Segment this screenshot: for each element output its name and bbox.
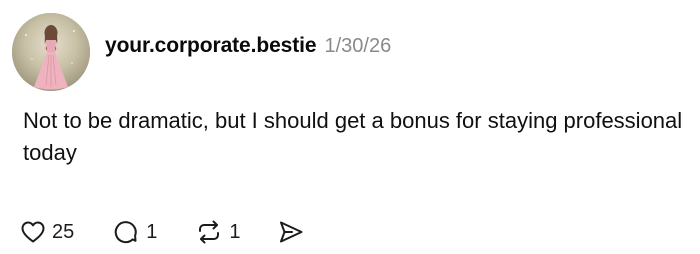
share-button[interactable] [277,219,305,245]
action-bar: 25 1 1 [20,217,305,247]
send-icon [279,221,302,243]
repost-count: 1 [229,220,241,243]
repost-button[interactable]: 1 [195,219,241,245]
heart-icon [21,221,45,243]
repost-icon [199,220,220,244]
profile-photo-icon [12,13,90,91]
comment-bubble-icon [114,221,137,244]
post-header: your.corporate.bestie 1/30/26 [105,34,391,58]
reply-count: 1 [146,220,158,243]
username[interactable]: your.corporate.bestie [105,34,317,58]
timestamp[interactable]: 1/30/26 [324,35,391,58]
post-text: Not to be dramatic, but I should get a b… [23,108,683,165]
avatar[interactable] [12,13,90,91]
reply-button[interactable]: 1 [114,219,157,245]
like-count: 25 [52,220,75,243]
post-card: your.corporate.bestie 1/30/26 Not to be … [0,0,700,254]
like-button[interactable]: 25 [20,220,74,244]
